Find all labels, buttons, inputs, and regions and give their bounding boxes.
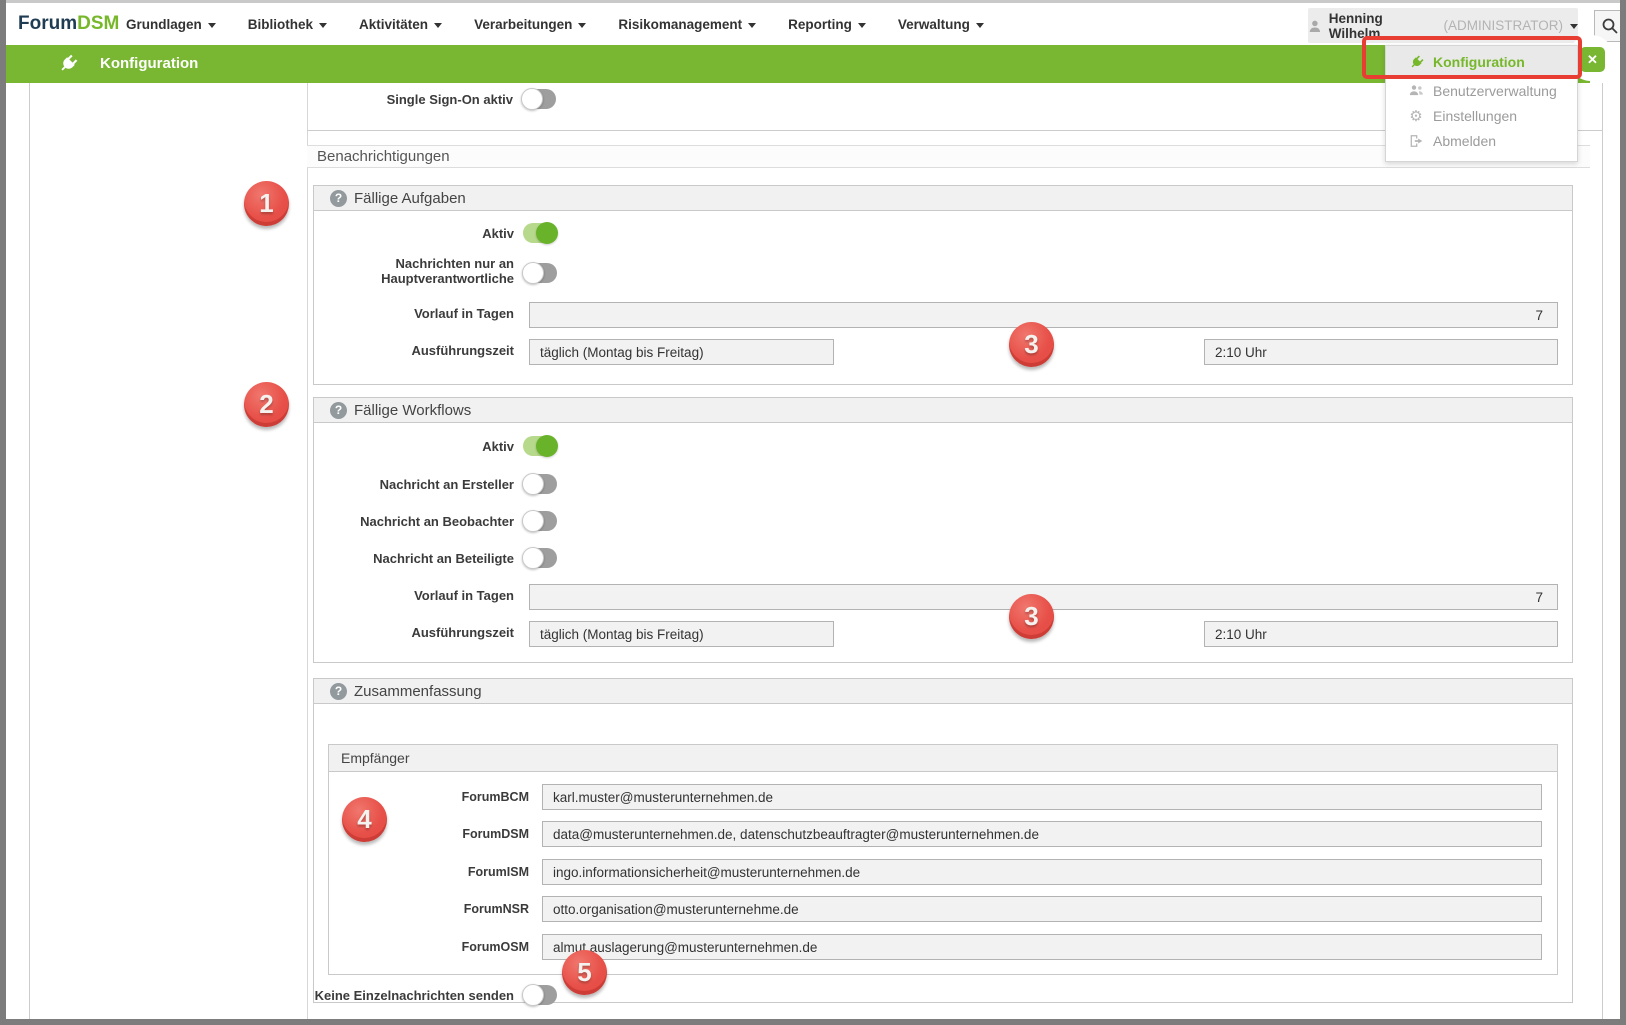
dropdown-item-abmelden[interactable]: Abmelden xyxy=(1386,128,1577,153)
chevron-down-icon xyxy=(434,23,442,28)
app-logo[interactable]: ForumDSM xyxy=(18,3,119,45)
window-border-top xyxy=(0,0,1626,3)
due-tasks-time-input[interactable] xyxy=(1204,339,1558,365)
recipient-label-forumosm: ForumOSM xyxy=(329,940,529,954)
annotation-circle-1: 1 xyxy=(244,181,289,226)
due-workflows-section: ? Fällige Workflows Aktiv Nachricht an E… xyxy=(313,397,1573,663)
chevron-down-icon xyxy=(1570,24,1578,29)
search-icon xyxy=(1601,17,1619,35)
due-tasks-lead-days-label: Vorlauf in Tagen xyxy=(314,306,514,321)
help-icon[interactable]: ? xyxy=(330,402,347,419)
window-border-left xyxy=(0,0,6,1025)
chevron-down-icon xyxy=(858,23,866,28)
person-icon xyxy=(1308,19,1322,33)
app-window: ForumDSM Grundlagen Bibliothek Aktivität… xyxy=(0,0,1626,1025)
annotation-highlight-box xyxy=(1362,36,1582,79)
workflows-creator-toggle[interactable] xyxy=(523,474,557,494)
nav-item-risikomanagement[interactable]: Risikomanagement xyxy=(602,17,772,32)
chevron-down-icon xyxy=(208,23,216,28)
annotation-circle-3b: 3 xyxy=(1009,594,1054,639)
workflows-observer-label: Nachricht an Beobachter xyxy=(314,514,514,529)
workflows-participants-label: Nachricht an Beteiligte xyxy=(314,551,514,566)
due-tasks-schedule-select[interactable] xyxy=(529,339,834,365)
dropdown-item-benutzerverwaltung[interactable]: Benutzerverwaltung xyxy=(1386,78,1577,103)
summary-title: Zusammenfassung xyxy=(354,679,482,704)
workflows-time-input[interactable] xyxy=(1204,621,1558,647)
nav-item-reporting[interactable]: Reporting xyxy=(772,17,882,32)
recipient-input-forumosm[interactable] xyxy=(542,934,1542,960)
recipients-box: Empfänger ForumBCM ForumDSM ForumISM For… xyxy=(328,744,1558,975)
annotation-circle-4: 4 xyxy=(342,797,387,842)
recipient-input-forumbcm[interactable] xyxy=(542,784,1542,810)
sso-toggle[interactable] xyxy=(522,89,556,109)
nav-item-verwaltung[interactable]: Verwaltung xyxy=(882,17,1000,32)
main-nav: Grundlagen Bibliothek Aktivitäten Verarb… xyxy=(110,3,1000,45)
workflows-lead-days-label: Vorlauf in Tagen xyxy=(314,588,514,603)
chevron-down-icon xyxy=(748,23,756,28)
users-icon xyxy=(1408,84,1424,97)
recipient-label-forumnsr: ForumNSR xyxy=(329,902,529,916)
gear-icon: ⚙ xyxy=(1408,107,1424,125)
nav-item-aktivitaeten[interactable]: Aktivitäten xyxy=(343,17,458,32)
annotation-circle-3a: 3 xyxy=(1009,322,1054,367)
workflows-active-toggle[interactable] xyxy=(523,436,557,456)
workflows-active-label: Aktiv xyxy=(314,439,514,454)
user-role: (ADMINISTRATOR) xyxy=(1444,18,1564,33)
chevron-down-icon xyxy=(319,23,327,28)
workflows-observer-toggle[interactable] xyxy=(523,511,557,531)
logout-icon xyxy=(1408,134,1424,148)
due-workflows-title: Fällige Workflows xyxy=(354,398,471,423)
due-tasks-exec-time-label: Ausführungszeit xyxy=(314,343,514,358)
recipient-input-forumdsm[interactable] xyxy=(542,821,1542,847)
due-tasks-section: ? Fällige Aufgaben Aktiv Nachrichten nur… xyxy=(313,185,1573,385)
workflows-participants-toggle[interactable] xyxy=(523,548,557,568)
dropdown-item-einstellungen[interactable]: ⚙ Einstellungen xyxy=(1386,103,1577,128)
workflows-schedule-select[interactable] xyxy=(529,621,834,647)
page-header-bar: Konfiguration xyxy=(6,45,1590,83)
logo-forum: Forum xyxy=(18,13,77,34)
window-border-bottom xyxy=(0,1019,1626,1025)
recipients-title: Empfänger xyxy=(341,745,409,772)
plug-icon xyxy=(54,50,82,78)
summary-section: ? Zusammenfassung Empfänger ForumBCM For… xyxy=(313,678,1573,1003)
workflows-creator-label: Nachricht an Ersteller xyxy=(314,477,514,492)
help-icon[interactable]: ? xyxy=(330,190,347,207)
help-icon[interactable]: ? xyxy=(330,683,347,700)
no-single-messages-label: Keine Einzelnachrichten senden xyxy=(314,988,514,1003)
sso-label: Single Sign-On aktiv xyxy=(313,92,513,107)
page-title: Konfiguration xyxy=(100,45,198,83)
due-tasks-main-only-toggle[interactable] xyxy=(523,263,557,283)
form-left-border xyxy=(307,83,308,1019)
due-tasks-active-toggle[interactable] xyxy=(523,223,557,243)
recipient-input-forumism[interactable] xyxy=(542,859,1542,885)
annotation-circle-2: 2 xyxy=(244,382,289,427)
nav-item-grundlagen[interactable]: Grundlagen xyxy=(110,17,232,32)
chevron-down-icon xyxy=(578,23,586,28)
recipient-label-forumism: ForumISM xyxy=(329,865,529,879)
due-tasks-lead-days-input[interactable] xyxy=(529,302,1558,328)
no-single-messages-toggle[interactable] xyxy=(523,985,557,1005)
due-tasks-main-only-label: Nachrichten nur an Hauptverantwortliche xyxy=(314,256,514,286)
window-border-right xyxy=(1620,0,1626,1025)
nav-item-bibliothek[interactable]: Bibliothek xyxy=(232,17,343,32)
due-tasks-active-label: Aktiv xyxy=(314,226,514,241)
nav-item-verarbeitungen[interactable]: Verarbeitungen xyxy=(458,17,602,32)
chevron-down-icon xyxy=(976,23,984,28)
workflows-exec-time-label: Ausführungszeit xyxy=(314,625,514,640)
due-tasks-title: Fällige Aufgaben xyxy=(354,186,466,211)
recipient-input-forumnsr[interactable] xyxy=(542,896,1542,922)
annotation-circle-5: 5 xyxy=(562,950,607,995)
close-icon[interactable]: ✕ xyxy=(1580,47,1605,72)
